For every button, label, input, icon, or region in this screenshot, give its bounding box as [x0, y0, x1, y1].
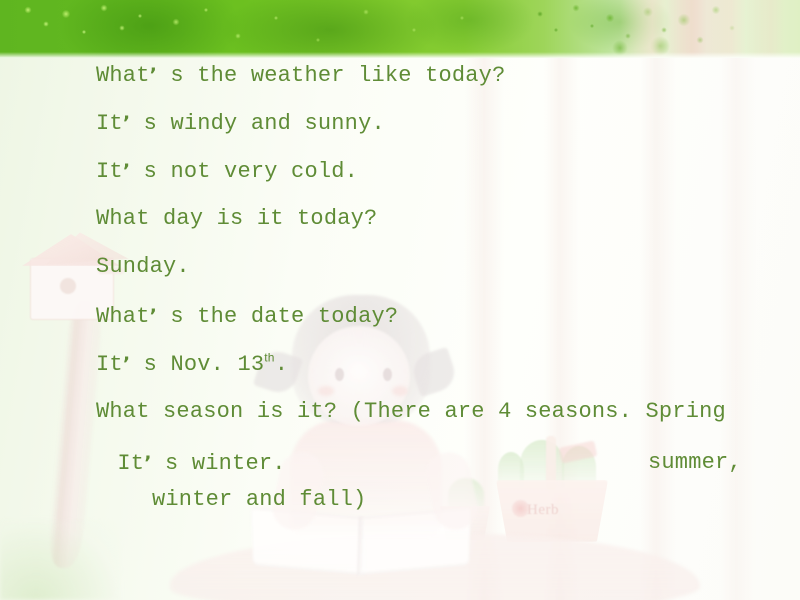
- ordinal-suffix: th: [264, 350, 275, 365]
- slide-text-body: What’ s the weather like today? It’ s wi…: [0, 0, 800, 600]
- line7-mid: s Nov. 13: [130, 352, 265, 377]
- line9-pre: It: [104, 451, 145, 476]
- apostrophe-glyph: ’: [149, 64, 158, 86]
- apostrophe-glyph: ’: [144, 452, 152, 474]
- line1-pre: What: [96, 63, 150, 88]
- line7-pre: It: [96, 352, 123, 377]
- line1-post: s the weather like today?: [157, 63, 506, 88]
- line6-post: s the date today?: [157, 304, 399, 329]
- apostrophe-glyph: ’: [149, 305, 158, 327]
- text-line-weather-answer: It’ s windy and sunny.: [96, 110, 385, 137]
- text-line-season-answer: It’ s winter.: [104, 450, 286, 477]
- slide-canvas: Herb What’ s the weather like today? It’…: [0, 0, 800, 600]
- line9-post: s winter.: [151, 451, 286, 476]
- text-line-date-answer: It’ s Nov. 13th.: [96, 351, 288, 378]
- text-line-day-question: What day is it today?: [96, 206, 378, 231]
- line6-pre: What: [96, 304, 150, 329]
- text-line-season-list-summer: summer,: [648, 450, 742, 475]
- text-line-weather-question: What’ s the weather like today?: [96, 62, 506, 89]
- text-line-date-question: What’ s the date today?: [96, 303, 398, 330]
- text-line-day-answer: Sunday.: [96, 254, 190, 279]
- text-line-temperature: It’ s not very cold.: [96, 158, 358, 185]
- line3-post: s not very cold.: [130, 159, 359, 184]
- line2-post: s windy and sunny.: [130, 111, 385, 136]
- text-line-season-question: What season is it? (There are 4 seasons.…: [96, 399, 726, 424]
- text-line-season-list-winter-fall: winter and fall): [152, 487, 367, 512]
- line2-pre: It: [96, 111, 123, 136]
- line7-end: .: [274, 352, 289, 377]
- line3-pre: It: [96, 159, 123, 184]
